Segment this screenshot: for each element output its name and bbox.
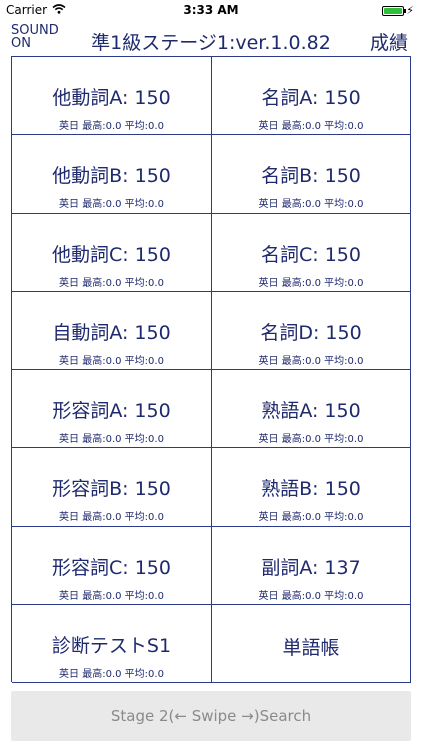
category-cell[interactable]: 形容詞C: 150 英日 最高:0.0 平均:0.0 xyxy=(12,526,212,605)
category-stats: 英日 最高:0.0 平均:0.0 xyxy=(59,277,164,289)
stage-switch-button[interactable]: Stage 2(← Swipe →)Search xyxy=(11,691,411,741)
category-stats: 英日 最高:0.0 平均:0.0 xyxy=(258,121,364,132)
charging-icon: ⚡ xyxy=(406,4,414,17)
battery-icon xyxy=(382,6,406,16)
category-stats: 英日 最高:0.0 平均:0.0 xyxy=(59,512,164,524)
category-cell[interactable]: 他動詞C: 150 英日 最高:0.0 平均:0.0 xyxy=(12,213,212,292)
category-stats: 英日 最高:0.0 平均:0.0 xyxy=(258,512,364,524)
category-cell[interactable]: 単語帳 xyxy=(212,604,411,683)
category-cell[interactable]: 診断テストS1 英日 最高:0.0 平均:0.0 xyxy=(12,604,212,683)
category-cell[interactable]: 副詞A: 137 英日 最高:0.0 平均:0.0 xyxy=(212,526,411,605)
category-title: 名詞B: 150 xyxy=(261,165,361,188)
category-cell[interactable]: 形容詞B: 150 英日 最高:0.0 平均:0.0 xyxy=(12,448,212,527)
category-title: 名詞A: 150 xyxy=(261,87,361,109)
category-title: 熟語B: 150 xyxy=(261,478,361,501)
category-cell[interactable]: 他動詞A: 150 英日 最高:0.0 平均:0.0 xyxy=(12,57,212,136)
category-title: 他動詞A: 150 xyxy=(52,87,171,109)
category-stats: 英日 最高:0.0 平均:0.0 xyxy=(59,199,164,211)
category-cell[interactable]: 熟語A: 150 英日 最高:0.0 平均:0.0 xyxy=(212,370,411,449)
page-title: 準1級ステージ1:ver.1.0.82 xyxy=(91,32,331,54)
category-stats: 英日 最高:0.0 平均:0.0 xyxy=(59,668,164,680)
category-stats: 英日 最高:0.0 平均:0.0 xyxy=(258,277,364,289)
category-stats: 英日 最高:0.0 平均:0.0 xyxy=(258,199,364,211)
category-title: 他動詞C: 150 xyxy=(52,243,171,266)
category-cell[interactable]: 名詞C: 150 英日 最高:0.0 平均:0.0 xyxy=(212,213,411,292)
category-stats: 英日 最高:0.0 平均:0.0 xyxy=(258,434,364,445)
category-title: 名詞D: 150 xyxy=(260,321,362,344)
category-title: 形容詞B: 150 xyxy=(52,478,171,501)
category-cell[interactable]: 名詞B: 150 英日 最高:0.0 平均:0.0 xyxy=(212,135,411,214)
category-title: 名詞C: 150 xyxy=(261,243,361,266)
category-cell[interactable]: 自動詞A: 150 英日 最高:0.0 平均:0.0 xyxy=(12,291,212,370)
category-stats: 英日 最高:0.0 平均:0.0 xyxy=(258,590,364,602)
category-stats: 英日 最高:0.0 平均:0.0 xyxy=(59,590,164,602)
category-stats: 英日 最高:0.0 平均:0.0 xyxy=(59,434,164,445)
category-title: 形容詞C: 150 xyxy=(52,556,171,579)
status-bar: Carrier 3:33 AM ⚡ xyxy=(0,0,422,22)
category-cell[interactable]: 形容詞A: 150 英日 最高:0.0 平均:0.0 xyxy=(12,370,212,449)
category-cell[interactable]: 他動詞B: 150 英日 最高:0.0 平均:0.0 xyxy=(12,135,212,214)
category-title: 自動詞A: 150 xyxy=(52,321,171,344)
category-cell[interactable]: 名詞A: 150 英日 最高:0.0 平均:0.0 xyxy=(212,57,411,136)
category-title: 副詞A: 137 xyxy=(261,556,361,579)
grades-button[interactable]: 成績 xyxy=(370,28,408,55)
category-title: 他動詞B: 150 xyxy=(52,165,171,188)
category-grid: 他動詞A: 150 英日 最高:0.0 平均:0.0 名詞A: 150 英日 最高:0… xyxy=(11,56,411,683)
category-title: 単語帳 xyxy=(282,636,340,659)
category-cell[interactable]: 熟語B: 150 英日 最高:0.0 平均:0.0 xyxy=(212,448,411,527)
category-cell[interactable]: 名詞D: 150 英日 最高:0.0 平均:0.0 xyxy=(212,291,411,370)
navigation-bar: SOUND ON 準1級ステージ1:ver.1.0.82 成績 xyxy=(0,22,422,56)
category-title: 形容詞A: 150 xyxy=(52,400,171,422)
category-stats: 英日 最高:0.0 平均:0.0 xyxy=(59,121,164,132)
status-time: 3:33 AM xyxy=(183,3,239,17)
category-stats: 英日 最高:0.0 平均:0.0 xyxy=(59,355,164,367)
category-title: 熟語A: 150 xyxy=(261,400,361,422)
category-stats: 英日 最高:0.0 平均:0.0 xyxy=(258,355,364,367)
category-title: 診断テストS1 xyxy=(51,634,172,657)
